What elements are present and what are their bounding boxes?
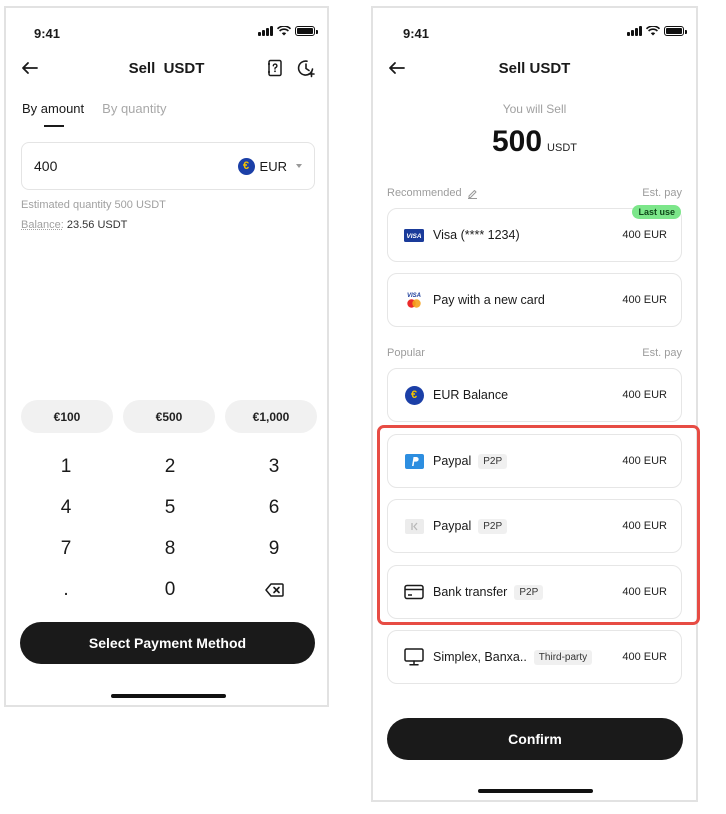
preset-amounts: €100 €500 €1,000 — [21, 400, 317, 433]
balance-row: Balance: 23.56 USDT — [21, 219, 127, 231]
payment-method-eur-balance[interactable]: € EUR Balance 400 EUR — [387, 368, 682, 422]
tab-by-quantity[interactable]: By quantity — [102, 101, 166, 116]
mode-tabs: By amount By quantity — [22, 101, 166, 127]
recommended-est-pay: Est. pay — [642, 187, 682, 199]
wifi-icon — [646, 26, 660, 36]
home-indicator — [478, 789, 593, 793]
sell-amount-unit: USDT — [547, 142, 577, 154]
sell-amount-value: 500 — [491, 125, 543, 158]
popular-section-label: Popular — [387, 347, 425, 359]
method-price: 400 EUR — [622, 229, 667, 241]
header: Sell USDT — [373, 53, 696, 83]
key-8[interactable]: 8 — [118, 528, 222, 569]
status-time: 9:41 — [34, 26, 61, 41]
key-9[interactable]: 9 — [222, 528, 326, 569]
method-name: Visa (**** 1234) — [433, 228, 520, 242]
preset-500-button[interactable]: €500 — [123, 400, 215, 433]
third-party-badge: Third-party — [533, 649, 593, 665]
page-title: Sell USDT — [128, 59, 205, 77]
sell-by-amount-screen: 9:41 Sell USDT By amount By quantity 400… — [4, 6, 329, 707]
history-clock-icon[interactable] — [296, 58, 316, 78]
visa-mastercard-icon: VISA — [404, 290, 424, 310]
amount-input-box[interactable]: 400 € EUR — [21, 142, 315, 190]
edit-pencil-icon[interactable] — [467, 188, 478, 199]
help-book-icon[interactable] — [265, 58, 285, 78]
battery-icon — [664, 26, 687, 36]
key-decimal[interactable]: . — [14, 569, 118, 610]
chevron-down-icon — [296, 164, 302, 168]
popular-est-pay: Est. pay — [642, 347, 682, 359]
method-price: 400 EUR — [622, 294, 667, 306]
key-4[interactable]: 4 — [14, 487, 118, 528]
svg-text:VISA: VISA — [407, 293, 421, 299]
key-7[interactable]: 7 — [14, 528, 118, 569]
key-6[interactable]: 6 — [222, 487, 326, 528]
status-time: 9:41 — [403, 26, 430, 41]
payment-method-new-card[interactable]: VISA Pay with a new card 400 EUR — [387, 273, 682, 327]
key-3[interactable]: 3 — [222, 446, 326, 487]
signal-icon — [627, 26, 642, 36]
key-backspace[interactable] — [222, 569, 326, 610]
method-price: 400 EUR — [622, 389, 667, 401]
preset-1000-button[interactable]: €1,000 — [225, 400, 317, 433]
wifi-icon — [277, 26, 291, 36]
numeric-keypad: 1 2 3 4 5 6 7 8 9 . 0 — [14, 446, 326, 610]
back-arrow-icon[interactable] — [387, 58, 407, 78]
battery-icon — [295, 26, 318, 36]
estimated-quantity: Estimated quantity 500 USDT — [21, 199, 166, 211]
preset-100-button[interactable]: €100 — [21, 400, 113, 433]
amount-input[interactable]: 400 — [34, 158, 238, 174]
signal-icon — [258, 26, 273, 36]
euro-coin-icon: € — [404, 385, 424, 405]
key-0[interactable]: 0 — [118, 569, 222, 610]
method-name: Pay with a new card — [433, 293, 545, 307]
monitor-icon — [404, 647, 424, 667]
p2p-methods-highlight — [377, 425, 700, 625]
status-icons — [627, 26, 687, 36]
page-title: Sell USDT — [498, 59, 571, 77]
balance-value: 23.56 USDT — [66, 219, 128, 231]
select-payment-method-screen: 9:41 Sell USDT You will Sell 500 USDT Re… — [371, 6, 698, 802]
select-payment-method-button[interactable]: Select Payment Method — [20, 622, 315, 664]
payment-method-third-party[interactable]: Simplex, Banxa.. Third-party 400 EUR — [387, 630, 682, 684]
currency-code: EUR — [259, 158, 287, 174]
key-2[interactable]: 2 — [118, 446, 222, 487]
you-will-sell-label: You will Sell — [502, 102, 567, 116]
sell-amount: 500 USDT — [373, 125, 696, 159]
euro-coin-icon: € — [237, 157, 255, 175]
status-icons — [258, 26, 318, 36]
method-name: EUR Balance — [433, 388, 509, 402]
key-1[interactable]: 1 — [14, 446, 118, 487]
back-arrow-icon[interactable] — [20, 58, 40, 78]
recommended-label: Recommended — [387, 187, 462, 199]
tab-by-amount[interactable]: By amount — [22, 101, 84, 127]
currency-selector[interactable]: € EUR — [237, 157, 302, 175]
method-price: 400 EUR — [622, 651, 667, 663]
last-use-badge: Last use — [632, 205, 681, 219]
visa-icon: VISA — [404, 225, 424, 245]
home-indicator — [111, 694, 226, 698]
confirm-button[interactable]: Confirm — [387, 718, 683, 760]
svg-text:VISA: VISA — [406, 233, 421, 240]
header: Sell USDT — [6, 53, 327, 83]
key-5[interactable]: 5 — [118, 487, 222, 528]
balance-label: Balance: — [21, 219, 64, 231]
euro-coin-glyph: € — [404, 385, 424, 405]
backspace-icon — [264, 582, 284, 597]
recommended-section-label: Recommended — [387, 187, 478, 199]
method-name: Simplex, Banxa.. — [433, 650, 527, 664]
